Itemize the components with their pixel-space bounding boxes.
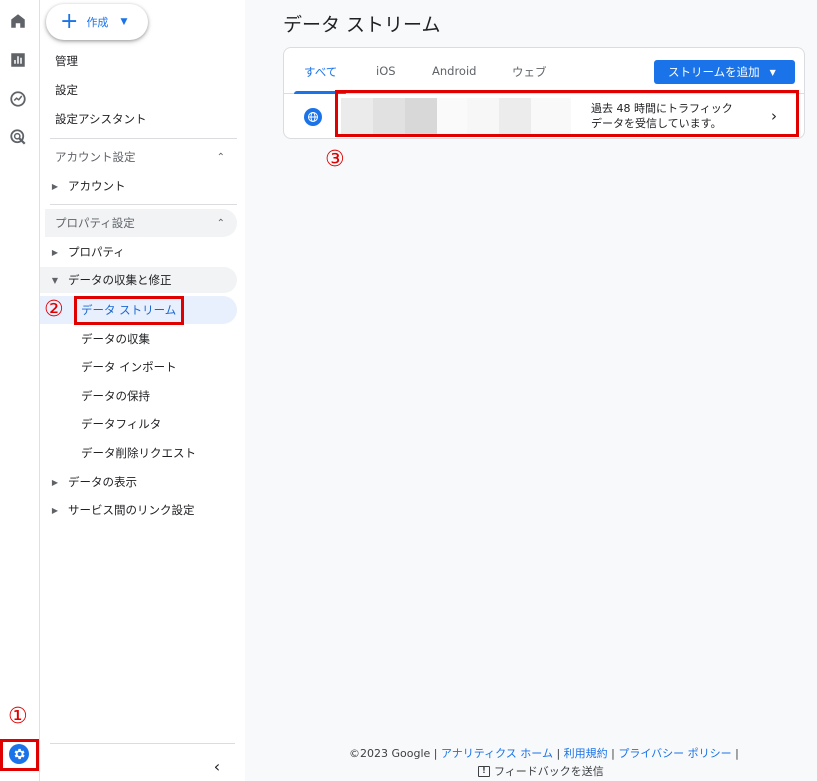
- add-stream-button[interactable]: ストリームを追加 ▼: [654, 60, 795, 84]
- explore-icon[interactable]: [8, 89, 28, 109]
- chevron-up-icon: ⌃: [216, 151, 225, 163]
- expand-arrow-icon: ▶: [51, 477, 59, 487]
- create-label: 作成: [86, 16, 109, 29]
- tab-android[interactable]: Android: [432, 64, 476, 78]
- add-stream-label: ストリームを追加: [668, 65, 760, 79]
- nav-item-data-collection[interactable]: ▼ データの収集と修正: [40, 267, 237, 293]
- feedback-label: フィードバックを送信: [494, 765, 604, 778]
- redacted-stream-name: [341, 98, 571, 135]
- section-property-settings[interactable]: プロパティ設定 ⌃: [45, 209, 237, 237]
- status-line: 過去 48 時間にトラフィック: [591, 102, 733, 115]
- page-title: データ ストリーム: [283, 14, 441, 36]
- nav-item-property[interactable]: ▶ プロパティ: [40, 239, 237, 265]
- chevron-up-icon: ⌃: [216, 217, 225, 229]
- stream-status-text: 過去 48 時間にトラフィック データを受信しています。: [591, 101, 756, 131]
- nav-item-data-streams[interactable]: データ ストリーム: [40, 296, 237, 324]
- globe-icon: [304, 108, 322, 126]
- nav-item-label: データの収集と修正: [68, 273, 172, 287]
- tab-ios[interactable]: iOS: [376, 64, 396, 78]
- create-button[interactable]: + 作成 ▼: [46, 4, 148, 40]
- nav-item-data-deletion-requests[interactable]: データ削除リクエスト: [40, 440, 237, 466]
- section-label: アカウント設定: [55, 150, 136, 164]
- nav-item-data-filters[interactable]: データフィルタ: [40, 411, 237, 437]
- collapse-arrow-icon: ▼: [51, 275, 59, 285]
- terms-link[interactable]: 利用規約: [564, 747, 608, 760]
- privacy-link[interactable]: プライバシー ポリシー: [618, 747, 731, 760]
- icon-rail: [0, 0, 40, 781]
- feedback-icon: !: [478, 765, 490, 777]
- expand-arrow-icon: ▶: [51, 181, 59, 191]
- nav-item-data-import[interactable]: データ インポート: [40, 354, 237, 380]
- divider: [50, 204, 237, 205]
- admin-gear-icon[interactable]: [9, 744, 29, 764]
- footer: ©2023 Google | アナリティクス ホーム | 利用規約 | プライバ…: [349, 745, 749, 761]
- nav-item-product-links[interactable]: ▶ サービス間のリンク設定: [40, 497, 237, 523]
- section-account-settings[interactable]: アカウント設定 ⌃: [45, 143, 237, 171]
- separator: |: [735, 747, 739, 760]
- home-icon[interactable]: [8, 11, 28, 31]
- chevron-down-icon: ▼: [120, 17, 128, 27]
- annotation-number-2: ②: [44, 297, 64, 322]
- expand-arrow-icon: ▶: [51, 505, 59, 515]
- annotation-number-3: ③: [325, 147, 345, 172]
- nav-item-label: サービス間のリンク設定: [68, 503, 195, 517]
- divider: [50, 138, 237, 139]
- advertising-icon[interactable]: [8, 127, 28, 147]
- tab-all[interactable]: すべて: [304, 64, 337, 80]
- nav-item-label: プロパティ: [68, 245, 125, 259]
- stream-tabs: すべて iOS Android ウェブ ストリームを追加 ▼: [284, 48, 804, 94]
- separator: |: [556, 747, 564, 760]
- chevron-down-icon: ▼: [769, 67, 776, 77]
- side-nav: + 作成 ▼ 管理 設定 設定アシスタント アカウント設定 ⌃ ▶ アカウント …: [40, 0, 245, 781]
- tab-web[interactable]: ウェブ: [512, 64, 547, 80]
- nav-item-settings[interactable]: 設定: [55, 77, 252, 103]
- chevron-right-icon: ›: [771, 107, 777, 125]
- nav-item-account[interactable]: ▶ アカウント: [40, 173, 237, 199]
- nav-item-label: アカウント: [68, 179, 126, 193]
- reports-icon[interactable]: [8, 50, 28, 70]
- copyright: ©2023 Google: [349, 747, 431, 760]
- nav-item-data-display[interactable]: ▶ データの表示: [40, 469, 237, 495]
- nav-item-setup-assistant[interactable]: 設定アシスタント: [55, 106, 252, 132]
- stream-row[interactable]: 過去 48 時間にトラフィック データを受信しています。 ›: [284, 94, 804, 138]
- streams-card: すべて iOS Android ウェブ ストリームを追加 ▼ 過去 48 時間に…: [283, 47, 805, 139]
- nav-item-data-retention[interactable]: データの保持: [40, 383, 237, 409]
- separator: |: [433, 747, 441, 760]
- annotation-number-1: ①: [8, 704, 28, 729]
- status-line: データを受信しています。: [591, 117, 722, 130]
- analytics-home-link[interactable]: アナリティクス ホーム: [441, 747, 553, 760]
- nav-item-label: データの表示: [68, 475, 137, 489]
- send-feedback-link[interactable]: ! フィードバックを送信: [478, 763, 604, 779]
- nav-item-admin[interactable]: 管理: [55, 48, 252, 74]
- divider: [50, 743, 235, 744]
- expand-arrow-icon: ▶: [51, 247, 59, 257]
- section-label: プロパティ設定: [55, 216, 135, 230]
- nav-item-data-collection-sub[interactable]: データの収集: [40, 326, 237, 352]
- plus-icon: +: [60, 9, 79, 34]
- collapse-nav-chevron-icon[interactable]: ‹: [207, 756, 227, 776]
